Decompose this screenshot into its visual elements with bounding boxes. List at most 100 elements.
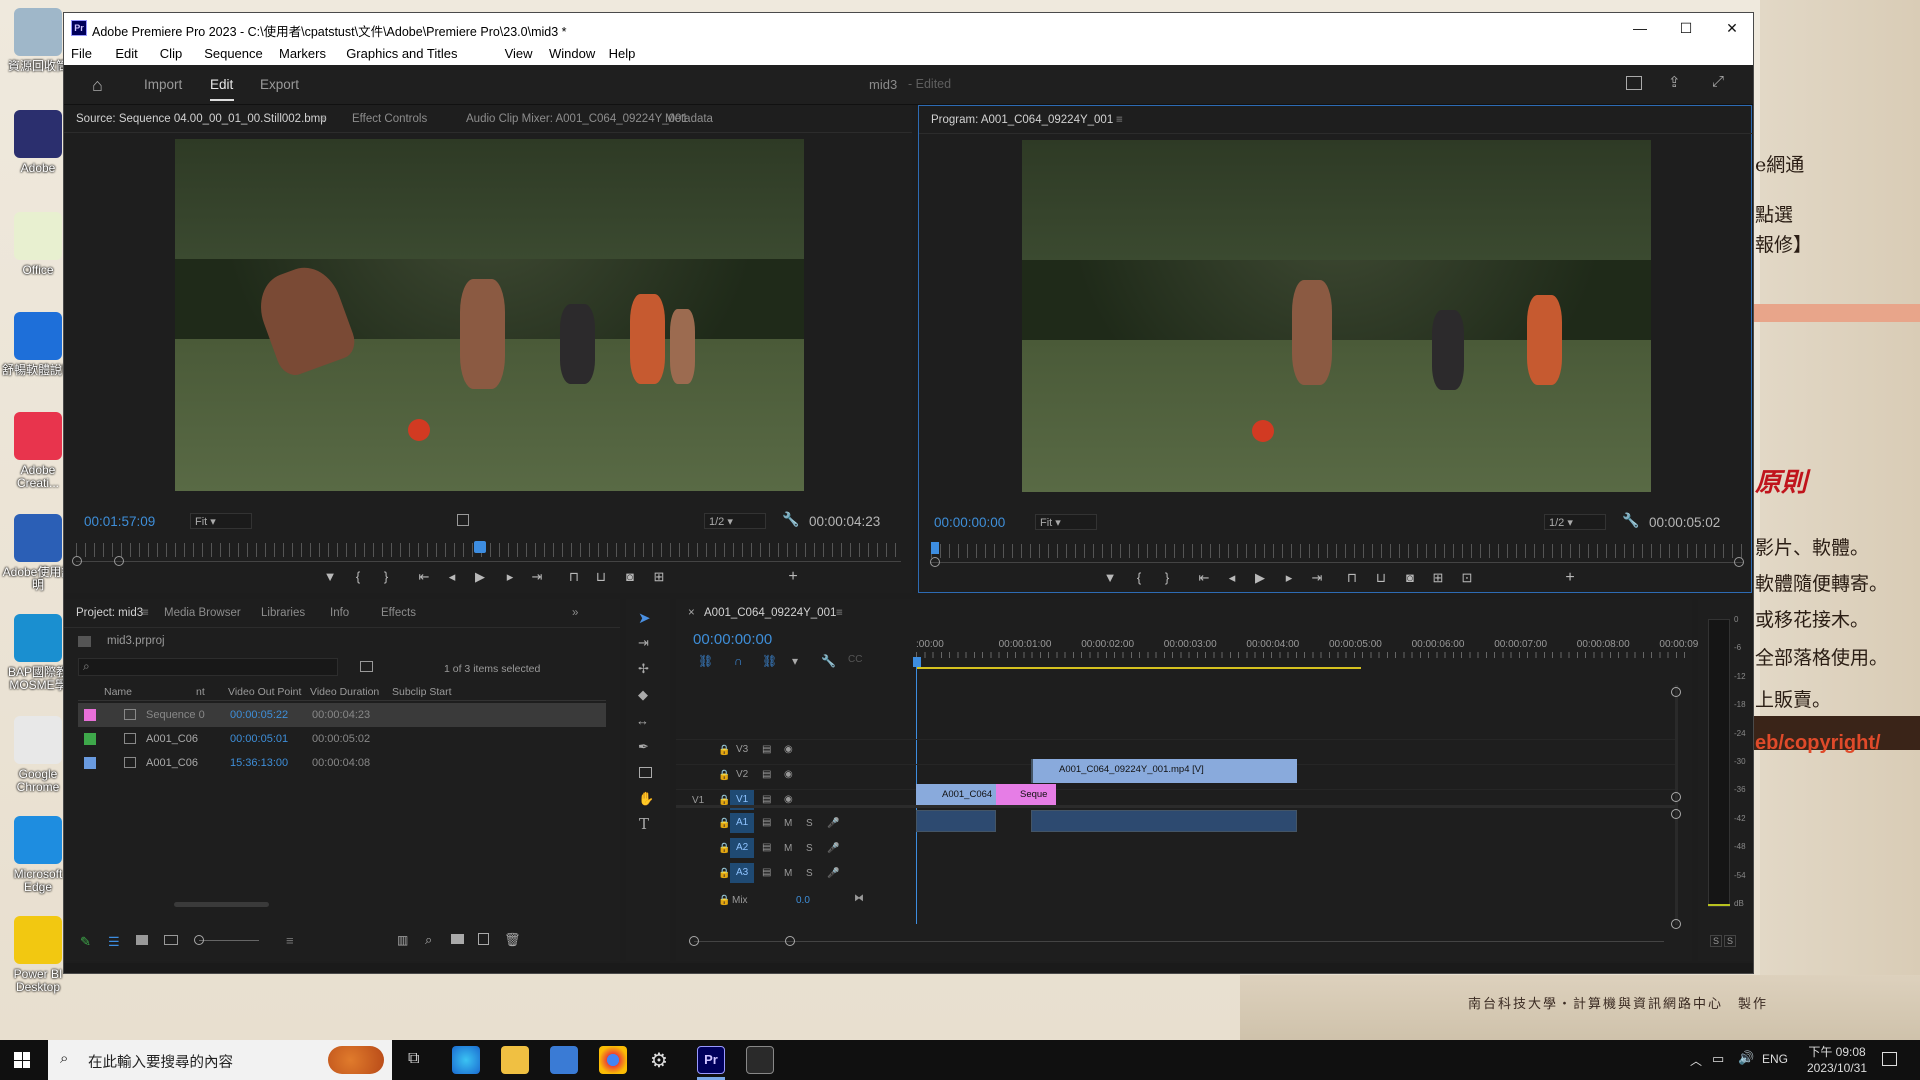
- solo-button[interactable]: S: [806, 868, 813, 879]
- go-to-in-icon[interactable]: ⇤: [413, 569, 435, 585]
- clip-v2[interactable]: A001_C064_09224Y_001.mp4 [V]: [1031, 759, 1297, 783]
- tab-source-3[interactable]: Metadata: [665, 113, 713, 125]
- find-icon[interactable]: ⌕: [425, 932, 432, 948]
- mark-out-icon[interactable]: }: [1156, 570, 1178, 585]
- tab-export[interactable]: Export: [260, 77, 299, 92]
- menu-sequence[interactable]: Sequence: [204, 46, 263, 61]
- export-frame-icon[interactable]: ◙: [619, 569, 641, 584]
- maximize-button[interactable]: ☐: [1663, 13, 1709, 43]
- column-header[interactable]: Video Duration: [310, 686, 379, 698]
- track-target-a2[interactable]: A2: [730, 838, 754, 858]
- item-name[interactable]: Sequence 0: [146, 709, 205, 721]
- tab-project-2[interactable]: Libraries: [261, 607, 305, 619]
- tab-source-2[interactable]: Audio Clip Mixer: A001_C064_09224Y_001: [466, 113, 688, 125]
- go-to-end-icon[interactable]: ⧓: [854, 893, 864, 904]
- column-header[interactable]: Video Out Point: [228, 686, 301, 698]
- mute-button[interactable]: M: [784, 843, 792, 854]
- lock-icon[interactable]: 🔒: [718, 843, 730, 854]
- solo-left-button[interactable]: S: [1710, 935, 1723, 947]
- scroll-handle[interactable]: [1671, 919, 1681, 929]
- add-marker-icon[interactable]: ▾: [792, 654, 798, 668]
- sort-icon[interactable]: ≡: [286, 933, 294, 948]
- tab-program[interactable]: Program: A001_C064_09224Y_001: [931, 114, 1113, 126]
- project-item-row[interactable]: Sequence 0 00:00:05:22 00:00:04:23: [78, 703, 606, 727]
- horizontal-scrollbar[interactable]: [174, 902, 269, 907]
- linked-selection-icon[interactable]: ⛓: [762, 654, 777, 668]
- solo-right-button[interactable]: S: [1724, 935, 1737, 947]
- timeline-ruler[interactable]: :00:00 00:00:01:00 00:00:02:00 00:00:03:00 0…: [916, 639, 1712, 659]
- lock-icon[interactable]: 🔒: [718, 770, 730, 781]
- list-view-icon[interactable]: ☰: [108, 934, 120, 950]
- play-icon[interactable]: ▶: [469, 569, 491, 585]
- export-frame-icon[interactable]: ◙: [1399, 570, 1421, 585]
- step-back-icon[interactable]: ◂: [441, 569, 463, 585]
- close-button[interactable]: ✕: [1709, 13, 1753, 43]
- chrome-taskbar-icon[interactable]: [599, 1046, 627, 1074]
- mark-in-icon[interactable]: {: [1128, 570, 1150, 585]
- panel-menu-icon[interactable]: ≡: [142, 607, 149, 619]
- column-header[interactable]: Subclip Start: [392, 686, 452, 698]
- mark-in-icon[interactable]: {: [347, 569, 369, 584]
- clip-v1-sequence[interactable]: Seque: [996, 784, 1056, 805]
- program-fit-select[interactable]: Fit ▾: [1035, 514, 1097, 530]
- taskbar-search-box[interactable]: ⌕ 在此輸入要搜尋的內容: [48, 1040, 392, 1080]
- sync-lock-icon[interactable]: ▤: [762, 794, 771, 805]
- timeline-zoom-bar[interactable]: [694, 941, 1664, 942]
- menu-edit[interactable]: Edit: [115, 46, 137, 61]
- menu-graphics-and-titles[interactable]: Graphics and Titles: [346, 46, 457, 61]
- overwrite-icon[interactable]: ⊔: [1370, 570, 1392, 586]
- program-timeruler[interactable]: [931, 544, 1743, 558]
- hand-tool-icon[interactable]: ✋: [638, 791, 654, 807]
- clip-v1-a[interactable]: A001_C064: [916, 784, 996, 805]
- lock-icon[interactable]: 🔒: [718, 868, 730, 879]
- clock-date[interactable]: 2023/10/31: [1797, 1061, 1877, 1075]
- track-divider[interactable]: [676, 805, 1676, 808]
- wrench-icon[interactable]: 🔧: [1622, 512, 1639, 529]
- track-target-v3[interactable]: V3: [730, 740, 754, 760]
- program-resolution-select[interactable]: 1/2 ▾: [1544, 514, 1606, 530]
- project-search-input[interactable]: ⌕: [78, 658, 338, 676]
- track-target-a1[interactable]: A1: [730, 813, 754, 833]
- slip-tool-icon[interactable]: ↔: [636, 713, 649, 728]
- safe-margins-icon[interactable]: [457, 514, 469, 526]
- automate-to-sequence-icon[interactable]: ▥: [397, 933, 408, 947]
- sync-lock-icon[interactable]: ▤: [762, 867, 771, 878]
- sync-lock-icon[interactable]: ▤: [762, 842, 771, 853]
- solo-button[interactable]: S: [806, 818, 813, 829]
- tray-chevron-icon[interactable]: ︿: [1690, 1052, 1702, 1069]
- video-out-point[interactable]: 15:36:13:00: [230, 757, 288, 769]
- more-panels-icon[interactable]: »: [572, 607, 578, 619]
- pencil-icon[interactable]: ✎: [80, 934, 91, 950]
- vertical-scrollbar[interactable]: [1675, 685, 1678, 925]
- freeform-view-icon[interactable]: [164, 935, 178, 945]
- go-to-in-icon[interactable]: ⇤: [1193, 570, 1215, 586]
- track-target-a3[interactable]: A3: [730, 863, 754, 883]
- voice-over-mic-icon[interactable]: 🎤: [827, 818, 839, 829]
- add-button-icon[interactable]: +: [1559, 569, 1581, 587]
- program-playhead[interactable]: [931, 542, 939, 554]
- wrench-icon[interactable]: 🔧: [782, 511, 799, 528]
- lock-icon[interactable]: 🔒: [718, 818, 730, 829]
- label-color-swatch[interactable]: [84, 733, 96, 745]
- source-timeruler[interactable]: [76, 543, 901, 557]
- scroll-handle[interactable]: [1671, 792, 1681, 802]
- panel-menu-icon[interactable]: ≡: [320, 113, 327, 125]
- panel-menu-icon[interactable]: ≡: [836, 607, 843, 619]
- insert-icon[interactable]: ⊓: [1341, 570, 1363, 586]
- file-explorer-icon[interactable]: [501, 1046, 529, 1074]
- menu-clip[interactable]: Clip: [160, 46, 182, 61]
- project-item-row[interactable]: A001_C06 15:36:13:00 00:00:04:08: [78, 751, 606, 775]
- nest-icon[interactable]: ⛓: [698, 654, 713, 668]
- step-forward-icon[interactable]: ▸: [499, 569, 521, 585]
- toggle-output-eye-icon[interactable]: ◉: [784, 744, 793, 755]
- tab-source-1[interactable]: Effect Controls: [352, 113, 427, 125]
- new-item-icon[interactable]: [478, 933, 489, 945]
- audio-clip-a1-b[interactable]: [1031, 810, 1297, 832]
- new-bin-from-search-icon[interactable]: [360, 661, 373, 672]
- zoom-handle-right[interactable]: [114, 556, 124, 566]
- solo-button[interactable]: S: [806, 843, 813, 854]
- label-color-swatch[interactable]: [84, 709, 96, 721]
- home-icon[interactable]: ⌂: [92, 75, 103, 96]
- zoom-bar[interactable]: [76, 561, 901, 562]
- volume-icon[interactable]: 🔊: [1738, 1050, 1754, 1066]
